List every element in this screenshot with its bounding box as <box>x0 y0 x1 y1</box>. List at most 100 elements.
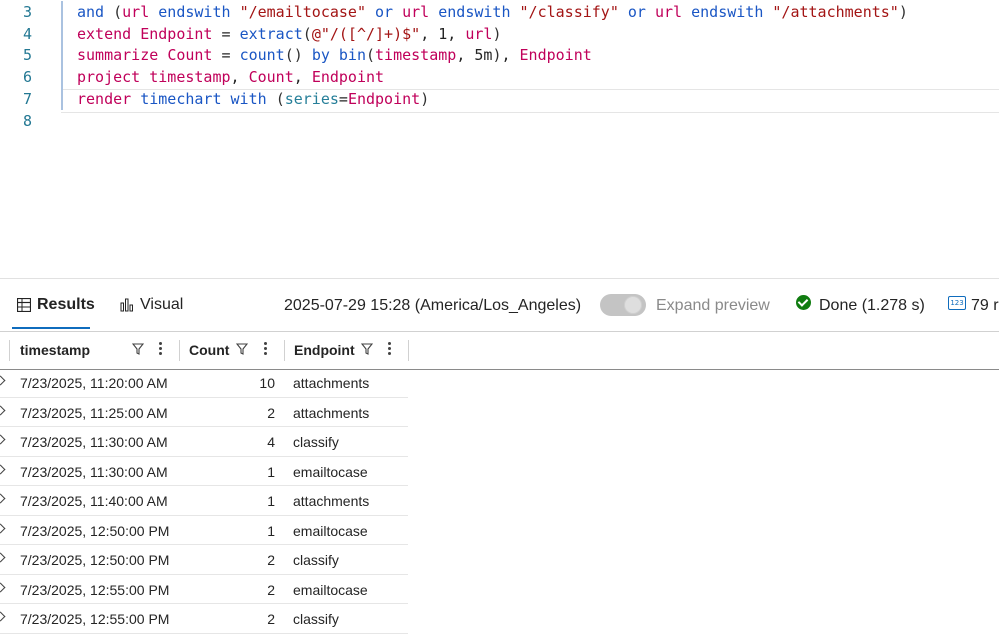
code-token: ( <box>275 89 285 108</box>
code-token: , <box>501 46 520 65</box>
code-token: @"/([^/]+)$" <box>311 24 421 43</box>
column-header-endpoint[interactable]: Endpoint <box>294 342 355 358</box>
code-token: 1 <box>438 24 448 43</box>
code-token: Count <box>248 68 294 87</box>
cell-timestamp: 7/23/2025, 12:55:00 PM <box>20 581 170 598</box>
cell-endpoint: classify <box>293 552 339 568</box>
cell-endpoint: attachments <box>293 375 370 391</box>
code-text: summarize Count = count() by bin(timesta… <box>61 44 592 67</box>
code-token: project <box>77 68 141 87</box>
code-token: , <box>230 68 249 87</box>
filter-icon[interactable] <box>236 343 248 355</box>
cell-endpoint: classify <box>293 611 339 627</box>
code-token: "/classify" <box>519 3 619 21</box>
column-header-timestamp[interactable]: timestamp <box>20 342 90 358</box>
results-grid: 7/23/2025, 11:20:00 AM 10 attachments 7/23/… <box>0 368 408 640</box>
code-token: , <box>456 46 475 65</box>
code-text: and (url endswith "/emailtocase" or url … <box>61 1 908 23</box>
chevron-right-icon[interactable] <box>0 464 6 474</box>
line-number: 7 <box>22 89 32 108</box>
column-header-count[interactable]: Count <box>189 342 229 358</box>
chevron-right-icon[interactable] <box>0 405 6 415</box>
code-token: Endpoint <box>519 46 592 65</box>
cell-endpoint: emailtocase <box>293 522 368 539</box>
code-token: = <box>212 46 240 65</box>
chevron-right-icon[interactable] <box>0 493 6 504</box>
code-token: endswith <box>438 3 511 21</box>
expand-preview-toggle[interactable] <box>600 294 646 316</box>
tab-results[interactable]: Results <box>17 295 95 315</box>
code-token: timechart <box>140 89 222 108</box>
expand-preview-label: Expand preview <box>656 297 770 314</box>
code-token: url <box>122 3 150 21</box>
toggle-knob <box>625 297 641 313</box>
code-token: ) <box>898 3 908 21</box>
table-icon <box>17 298 31 312</box>
code-line[interactable]: 6 project timestamp, Count, Endpoint <box>0 66 999 89</box>
cell-timestamp: 7/23/2025, 11:30:00 AM <box>20 463 168 480</box>
filter-icon[interactable] <box>132 343 144 355</box>
code-line[interactable]: 4 extend Endpoint = extract(@"/([^/]+)$",… <box>0 22 999 45</box>
code-line[interactable]: 5 summarize Count = count() by bin(timest… <box>0 44 999 67</box>
table-row[interactable]: 7/23/2025, 12:50:00 PM 1 emailtocase <box>0 516 408 545</box>
tab-visual[interactable]: Visual <box>120 295 183 315</box>
cell-endpoint: emailtocase <box>293 463 368 480</box>
code-token: timestamp <box>149 68 231 87</box>
code-text: project timestamp, Count, Endpoint <box>61 66 384 89</box>
table-row[interactable]: 7/23/2025, 11:30:00 AM 1 emailtocase <box>0 457 408 486</box>
chevron-right-icon[interactable] <box>0 552 6 563</box>
code-token: endswith <box>158 3 231 21</box>
grid-header: timestamp Count Endpoint <box>0 331 999 370</box>
filter-icon[interactable] <box>361 343 373 355</box>
code-token: render <box>77 89 132 108</box>
line-number: 8 <box>22 111 32 130</box>
cell-count: 1 <box>267 493 275 509</box>
cell-timestamp: 7/23/2025, 12:55:00 PM <box>20 611 170 627</box>
code-token: count <box>239 46 285 65</box>
cell-timestamp: 7/23/2025, 12:50:00 PM <box>20 522 170 539</box>
chevron-right-icon[interactable] <box>0 375 6 386</box>
chevron-right-icon[interactable] <box>0 582 6 592</box>
code-token: extract <box>239 24 303 43</box>
table-row[interactable]: 7/23/2025, 12:55:00 PM 2 classify <box>0 604 408 634</box>
code-line[interactable]: 3 and (url endswith "/emailtocase" or url… <box>0 1 999 23</box>
code-token: summarize <box>77 46 159 65</box>
more-vertical-icon[interactable] <box>159 342 163 356</box>
cell-count: 2 <box>267 611 275 627</box>
table-row[interactable]: 7/23/2025, 11:20:00 AM 10 attachments <box>0 368 408 398</box>
table-row[interactable]: 7/23/2025, 11:40:00 AM 1 attachments <box>0 486 408 516</box>
table-row[interactable]: 7/23/2025, 12:55:00 PM2attachments <box>0 634 408 640</box>
table-row[interactable]: 7/23/2025, 12:55:00 PM 2 emailtocase <box>0 575 408 604</box>
cell-timestamp: 7/23/2025, 11:25:00 AM <box>20 404 168 421</box>
table-row[interactable]: 7/23/2025, 11:30:00 AM 4 classify <box>0 427 408 457</box>
more-vertical-icon[interactable] <box>264 342 268 356</box>
chevron-right-icon[interactable] <box>0 611 6 622</box>
code-token: Count <box>167 46 213 65</box>
line-number: 3 <box>22 3 32 21</box>
code-text: render timechart with (series=Endpoint) <box>61 87 429 110</box>
table-row[interactable]: 7/23/2025, 11:25:00 AM 2 attachments <box>0 398 408 427</box>
code-token: bin <box>338 46 366 65</box>
row-count: 79 r <box>971 297 999 314</box>
chevron-right-icon[interactable] <box>0 434 6 445</box>
code-token: () <box>284 46 303 65</box>
code-line[interactable]: 7 render timechart with (series=Endpoint) <box>0 87 999 110</box>
chevron-right-icon[interactable] <box>0 523 6 533</box>
column-separator <box>179 340 180 361</box>
check-circle-icon <box>796 295 811 310</box>
table-row[interactable]: 7/23/2025, 12:50:00 PM 2 classify <box>0 545 408 575</box>
code-token: by <box>311 46 330 65</box>
query-editor[interactable]: 3 and (url endswith "/emailtocase" or url… <box>0 0 999 278</box>
more-vertical-icon[interactable] <box>388 342 392 356</box>
code-line[interactable]: 8 <box>0 110 999 132</box>
column-separator <box>9 340 10 361</box>
